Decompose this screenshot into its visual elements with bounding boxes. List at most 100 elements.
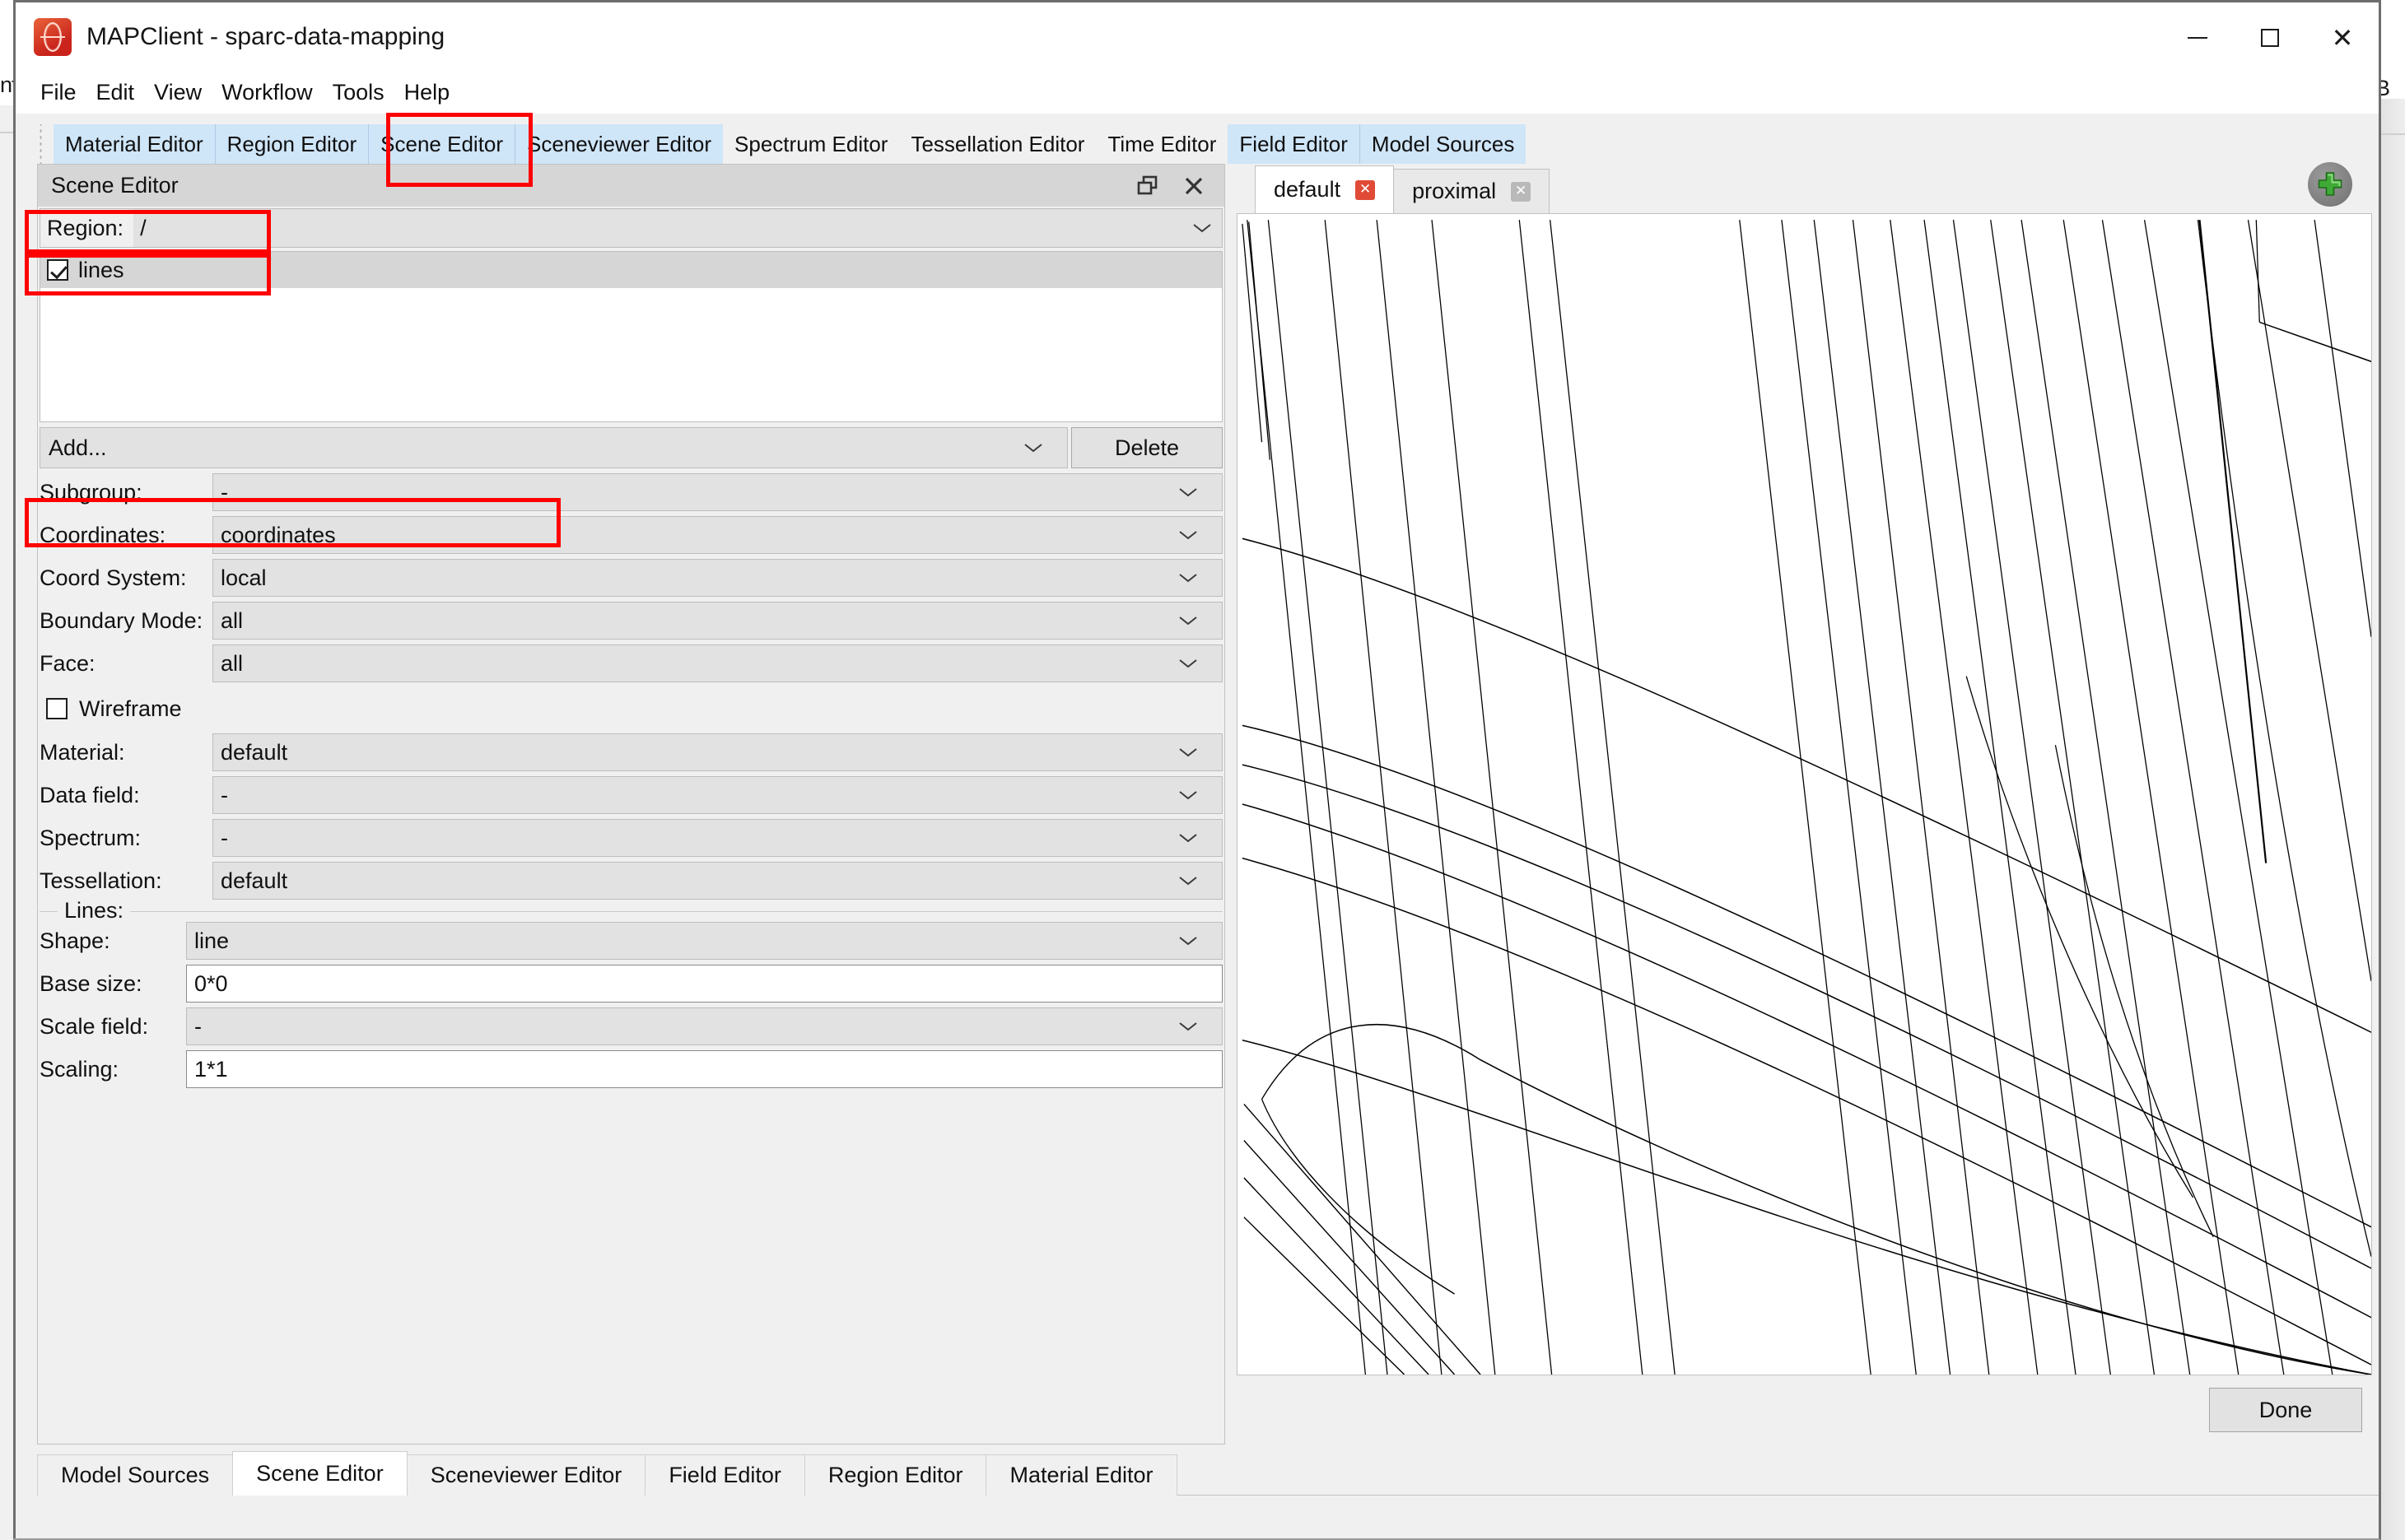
- coord-system-combo[interactable]: local: [212, 559, 1223, 597]
- region-row: Region: /: [40, 208, 1223, 248]
- scaling-input[interactable]: 1*1: [186, 1050, 1223, 1088]
- bottom-tab-scene-editor[interactable]: Scene Editor: [232, 1451, 408, 1496]
- tab-scene-editor[interactable]: Scene Editor: [368, 124, 515, 164]
- property-row-boundary-mode: Boundary Mode: all: [40, 602, 1223, 640]
- menu-item-view[interactable]: View: [144, 77, 212, 109]
- add-graphics-combo[interactable]: Add...: [40, 427, 1068, 468]
- menu-item-workflow[interactable]: Workflow: [212, 77, 323, 109]
- data-field-value: -: [221, 782, 228, 807]
- data-field-label: Data field:: [40, 782, 140, 807]
- maximize-icon[interactable]: [2234, 2, 2306, 73]
- property-row-tessellation: Tessellation: default: [40, 862, 1223, 900]
- viewer-tabstrip: default ✕ proximal ✕: [1237, 162, 2372, 213]
- scale-field-combo[interactable]: -: [186, 1007, 1223, 1045]
- wireframe-label: Wireframe: [79, 696, 182, 721]
- chevron-down-icon[interactable]: [1182, 209, 1222, 247]
- face-label: Face:: [40, 650, 96, 676]
- coordinates-combo[interactable]: coordinates: [212, 516, 1223, 554]
- wireframe-row[interactable]: Wireframe: [46, 689, 1223, 728]
- lines-row-base-size: Base size: 0*0: [40, 965, 1223, 1003]
- lines-row-shape: Shape: line: [40, 922, 1223, 960]
- main-split: Scene Editor Region: / lines Add... Dele…: [16, 113, 2379, 1445]
- minimize-icon[interactable]: [2161, 2, 2234, 73]
- tab-time-editor[interactable]: Time Editor: [1096, 124, 1228, 164]
- tab-region-editor[interactable]: Region Editor: [214, 124, 369, 164]
- base-size-input[interactable]: 0*0: [186, 965, 1223, 1003]
- material-combo[interactable]: default: [212, 733, 1223, 771]
- viewer-tab-default[interactable]: default ✕: [1255, 165, 1395, 213]
- wireframe-checkbox[interactable]: [46, 698, 68, 719]
- done-button[interactable]: Done: [2209, 1388, 2362, 1432]
- menu-item-help[interactable]: Help: [394, 77, 460, 109]
- viewer-pane: default ✕ proximal ✕ Done: [1237, 162, 2372, 1445]
- close-icon[interactable]: ✕: [2306, 2, 2379, 73]
- done-bar: Done: [1237, 1375, 2372, 1445]
- graphics-list[interactable]: lines: [40, 251, 1223, 422]
- material-value: default: [221, 739, 288, 765]
- add-graphics-combo-value: Add...: [49, 435, 107, 460]
- tab-field-editor[interactable]: Field Editor: [1228, 124, 1359, 164]
- close-icon[interactable]: [1182, 174, 1206, 198]
- scene-editor-dock: Scene Editor Region: / lines Add... Dele…: [37, 164, 1225, 1445]
- scaling-label: Scaling:: [40, 1056, 119, 1082]
- tabstrip-drag-handle[interactable]: [37, 124, 47, 164]
- close-icon[interactable]: ✕: [1511, 181, 1531, 202]
- list-item[interactable]: lines: [40, 252, 1222, 288]
- float-icon[interactable]: [1135, 174, 1160, 198]
- menu-item-tools[interactable]: Tools: [323, 77, 394, 109]
- region-combo[interactable]: /: [133, 209, 1182, 247]
- coordinates-value: coordinates: [221, 522, 336, 547]
- subgroup-value: -: [221, 479, 228, 505]
- application-window: MAPClient - sparc-data-mapping ✕ File Ed…: [13, 0, 2381, 1540]
- subgroup-combo[interactable]: -: [212, 473, 1223, 511]
- chevron-down-icon: [1179, 658, 1210, 669]
- bottom-tab-field-editor[interactable]: Field Editor: [645, 1454, 805, 1496]
- property-row-face: Face: all: [40, 644, 1223, 682]
- window-controls: ✕: [2161, 2, 2379, 73]
- coord-system-label: Coord System:: [40, 565, 187, 590]
- data-field-combo[interactable]: -: [212, 776, 1223, 814]
- tessellation-combo[interactable]: default: [212, 862, 1223, 900]
- add-view-button[interactable]: [2308, 162, 2352, 207]
- bottom-padding: [16, 1496, 2379, 1538]
- shape-combo[interactable]: line: [186, 922, 1223, 960]
- property-row-spectrum: Spectrum: -: [40, 819, 1223, 857]
- editor-tabstrip: Material Editor Region Editor Scene Edit…: [37, 124, 2379, 164]
- scene-editor-title: Scene Editor: [51, 173, 179, 198]
- scene-viewport[interactable]: [1237, 213, 2372, 1375]
- bottom-tab-sceneviewer-editor[interactable]: Sceneviewer Editor: [406, 1454, 646, 1496]
- tab-material-editor[interactable]: Material Editor: [54, 124, 215, 164]
- delete-button[interactable]: Delete: [1071, 427, 1223, 468]
- title-bar: MAPClient - sparc-data-mapping ✕: [13, 0, 2379, 73]
- bottom-tab-material-editor[interactable]: Material Editor: [986, 1454, 1177, 1496]
- graphics-visibility-checkbox[interactable]: [47, 259, 68, 281]
- boundary-mode-combo[interactable]: all: [212, 602, 1223, 640]
- bottom-tab-region-editor[interactable]: Region Editor: [804, 1454, 987, 1496]
- lines-group: Lines: Shape: line Base size: 0*0 Scale …: [40, 898, 1223, 1088]
- property-row-subgroup: Subgroup: -: [40, 473, 1223, 511]
- tab-tessellation-editor[interactable]: Tessellation Editor: [899, 124, 1097, 164]
- region-label: Region:: [40, 209, 134, 247]
- face-combo[interactable]: all: [212, 644, 1223, 682]
- plus-icon: [2318, 172, 2342, 196]
- tab-model-sources[interactable]: Model Sources: [1359, 124, 1526, 164]
- spectrum-combo[interactable]: -: [212, 819, 1223, 857]
- boundary-mode-label: Boundary Mode:: [40, 607, 203, 633]
- window-body: Material Editor Region Editor Scene Edit…: [13, 113, 2379, 1538]
- material-label: Material:: [40, 739, 125, 765]
- viewer-tab-proximal[interactable]: proximal ✕: [1393, 169, 1550, 213]
- tab-sceneviewer-editor[interactable]: Sceneviewer Editor: [515, 124, 724, 164]
- close-icon[interactable]: ✕: [1355, 179, 1376, 200]
- tab-spectrum-editor[interactable]: Spectrum Editor: [723, 124, 900, 164]
- app-logo-icon: [34, 17, 72, 56]
- chevron-down-icon: [1179, 529, 1210, 541]
- background-window-left: nt: [0, 0, 18, 1540]
- bottom-tab-model-sources[interactable]: Model Sources: [37, 1454, 234, 1496]
- chevron-down-icon: [1179, 572, 1210, 584]
- menu-item-edit[interactable]: Edit: [86, 77, 145, 109]
- add-delete-row: Add... Delete: [40, 427, 1223, 468]
- scene-editor-titlebar-buttons: [1135, 165, 1216, 207]
- menu-item-file[interactable]: File: [30, 77, 86, 109]
- chevron-down-icon: [1179, 875, 1210, 886]
- spectrum-value: -: [221, 825, 228, 850]
